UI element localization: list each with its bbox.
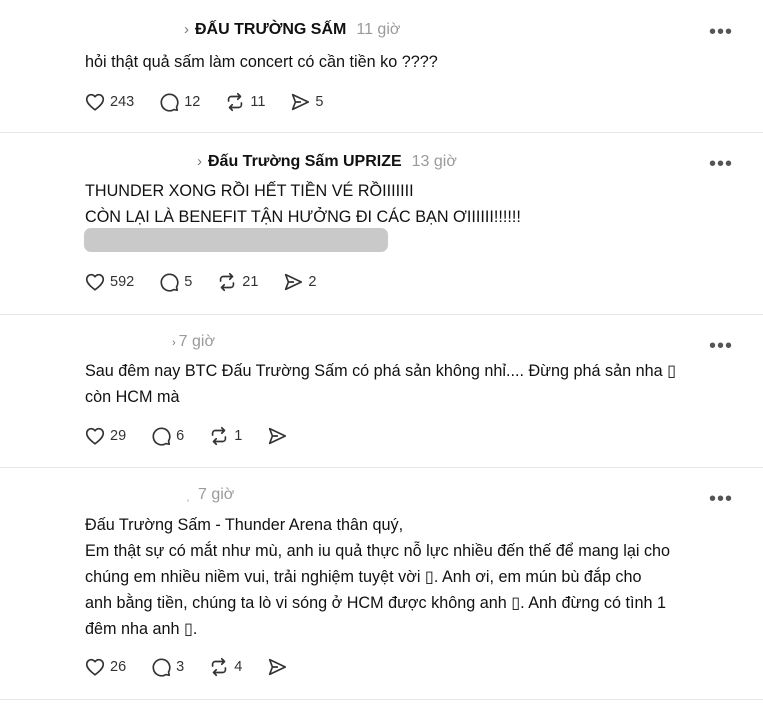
heart-icon <box>85 658 105 676</box>
share-count: 2 <box>308 274 317 290</box>
reply-count: 5 <box>184 274 193 290</box>
post-header: › ĐẤU TRƯỜNG SẤM 11 giờ <box>184 21 400 39</box>
like-count: 592 <box>110 274 135 290</box>
share-button[interactable] <box>266 425 292 447</box>
repost-arrows-icon <box>211 426 227 446</box>
repost-count: 11 <box>250 94 266 110</box>
post-divider <box>0 699 763 700</box>
post-text-line: chúng em nhiều niềm vui, trải nghiệm tuy… <box>85 568 642 586</box>
reply-button[interactable]: 12 <box>158 91 200 113</box>
repost-arrows-icon <box>211 657 227 677</box>
comment-bubble-icon <box>152 658 171 677</box>
like-button[interactable]: 243 <box>84 91 134 113</box>
like-count: 243 <box>110 94 135 110</box>
repost-count: 4 <box>234 659 243 675</box>
share-button[interactable]: 5 <box>289 91 323 113</box>
blurred-content <box>84 228 388 252</box>
repost-arrows-icon <box>220 272 235 292</box>
chevron-right-icon: › <box>197 153 202 170</box>
share-button[interactable]: 2 <box>282 271 317 293</box>
like-button[interactable]: 26 <box>84 656 126 678</box>
post-time[interactable]: 7 giờ <box>179 333 215 351</box>
like-count: 29 <box>110 428 127 444</box>
chevron-right-icon: › <box>184 21 189 38</box>
reply-count: 12 <box>184 94 201 110</box>
like-button[interactable]: 29 <box>84 425 126 447</box>
post-text-line: THUNDER XONG RỒI HẾT TIỀN VÉ RỒIIIIIII <box>85 182 414 200</box>
post-actions: 26 3 4 <box>84 655 316 679</box>
reply-button[interactable]: 5 <box>158 271 192 293</box>
post-author[interactable]: Đấu Trường Sấm UPRIZE <box>208 153 402 171</box>
post-text-line: đêm nha anh ▯. <box>85 620 198 638</box>
reply-button[interactable]: 6 <box>150 425 184 447</box>
post-text-line: CÒN LẠI LÀ BENEFIT TẬN HƯỞNG ĐI CÁC BẠN … <box>85 208 521 226</box>
post-text-line: Sau đêm nay BTC Đấu Trường Sấm có phá sả… <box>85 362 677 380</box>
post-4: ˌ 7 giờ ••• Đấu Trường Sấm - Thunder Are… <box>0 468 763 698</box>
post-body: Sau đêm nay BTC Đấu Trường Sấm có phá sả… <box>85 358 735 410</box>
more-options-icon[interactable]: ••• <box>709 154 733 174</box>
like-button[interactable]: 592 <box>84 271 134 293</box>
repost-button[interactable]: 1 <box>208 425 242 447</box>
comment-bubble-icon <box>160 93 179 112</box>
more-options-icon[interactable]: ••• <box>709 489 733 509</box>
chevron-right-icon: › <box>172 337 176 349</box>
post-text-line: anh bằng tiền, chúng ta lò vi sóng ở HCM… <box>85 594 666 612</box>
repost-button[interactable]: 21 <box>216 271 258 293</box>
send-arrow-icon <box>269 427 287 445</box>
post-time[interactable]: 7 giờ <box>198 486 234 504</box>
repost-button[interactable]: 11 <box>224 91 265 113</box>
separator-mark: ˌ <box>186 488 190 502</box>
post-body: Đấu Trường Sấm - Thunder Arena thân quý,… <box>85 512 735 642</box>
share-count: 5 <box>315 94 324 110</box>
comment-bubble-icon <box>160 273 179 292</box>
post-text-line: còn HCM mà <box>85 388 180 406</box>
like-count: 26 <box>110 659 127 675</box>
post-body: hỏi thật quả sấm làm concert có cần tiền… <box>85 49 735 75</box>
send-arrow-icon <box>292 93 310 111</box>
post-actions: 592 5 21 2 <box>84 270 341 294</box>
post-header: ˌ 7 giờ <box>186 486 234 504</box>
repost-count: 21 <box>242 274 259 290</box>
post-3: › 7 giờ ••• Sau đêm nay BTC Đấu Trường S… <box>0 315 763 467</box>
post-2: › Đấu Trường Sấm UPRIZE 13 giờ ••• THUND… <box>0 133 763 314</box>
post-author[interactable]: ĐẤU TRƯỜNG SẤM <box>195 21 346 39</box>
post-time[interactable]: 13 giờ <box>412 153 457 171</box>
post-text-line: hỏi thật quả sấm làm concert có cần tiền… <box>85 53 438 71</box>
repost-count: 1 <box>234 428 243 444</box>
post-actions: 243 12 11 5 <box>84 90 347 114</box>
send-arrow-icon <box>269 658 287 676</box>
post-actions: 29 6 1 <box>84 424 316 448</box>
more-options-icon[interactable]: ••• <box>709 336 733 356</box>
heart-icon <box>85 93 105 111</box>
repost-arrows-icon <box>228 92 243 112</box>
post-header: › Đấu Trường Sấm UPRIZE 13 giờ <box>197 153 457 171</box>
reply-button[interactable]: 3 <box>150 656 184 678</box>
reply-count: 6 <box>176 428 185 444</box>
post-text-line: Đấu Trường Sấm - Thunder Arena thân quý, <box>85 516 404 534</box>
send-arrow-icon <box>285 273 303 291</box>
reply-count: 3 <box>176 659 185 675</box>
heart-icon <box>85 427 105 445</box>
share-button[interactable] <box>266 656 292 678</box>
heart-icon <box>85 273 105 291</box>
post-body: THUNDER XONG RỒI HẾT TIỀN VÉ RỒIIIIIII C… <box>85 178 735 230</box>
more-options-icon[interactable]: ••• <box>709 22 733 42</box>
post-time[interactable]: 11 giờ <box>356 21 400 39</box>
post-1: › ĐẤU TRƯỜNG SẤM 11 giờ ••• hỏi thật quả… <box>0 0 763 132</box>
post-text-line: Em thật sự có mắt như mù, anh iu quả thự… <box>85 542 671 560</box>
repost-button[interactable]: 4 <box>208 656 242 678</box>
post-header: › 7 giờ <box>172 333 215 351</box>
comment-bubble-icon <box>152 427 171 446</box>
